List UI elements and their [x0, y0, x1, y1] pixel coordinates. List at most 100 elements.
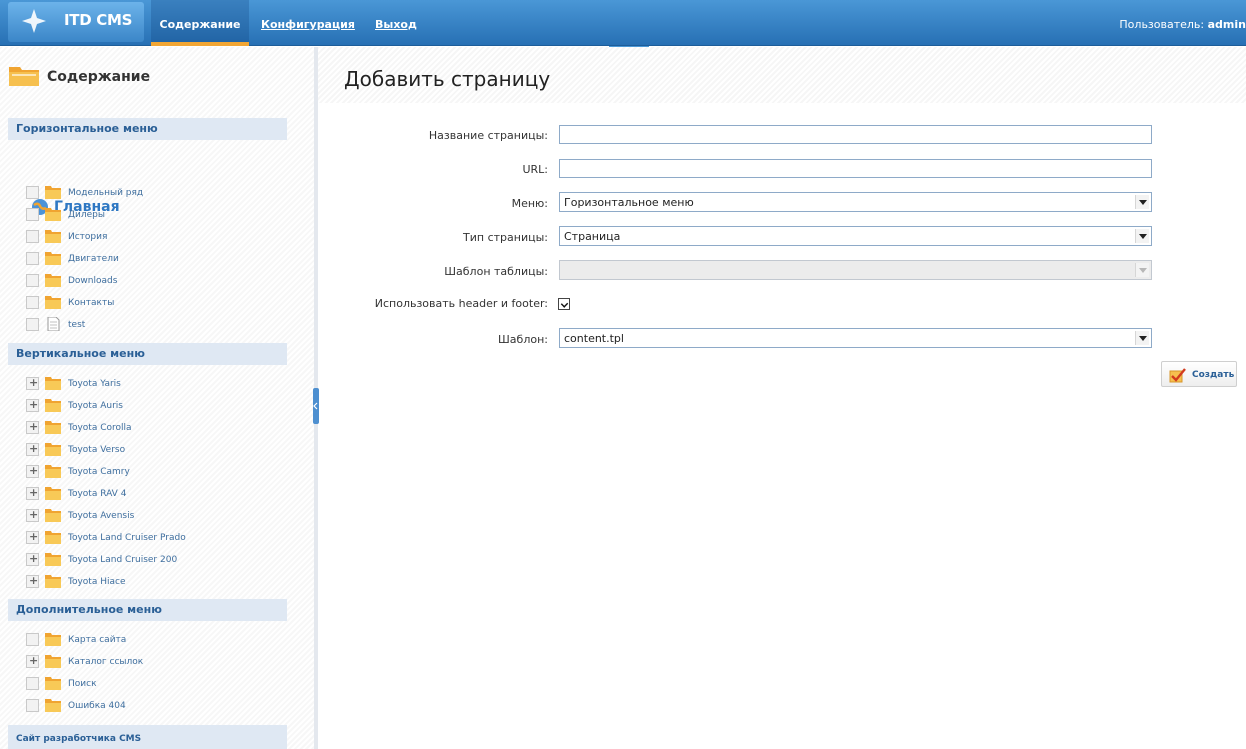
tree-item-label: Поиск: [68, 679, 97, 689]
nav-logout[interactable]: Выход: [375, 18, 417, 31]
user-name: admin: [1207, 18, 1246, 31]
dropdown-arrow-icon[interactable]: [1135, 195, 1149, 209]
menu-select-value: Горизонтальное меню: [564, 196, 694, 209]
logo[interactable]: ITD CMS: [8, 2, 144, 42]
tree-node-box: [26, 318, 39, 331]
tree-item-label: Toyota Corolla: [68, 423, 132, 433]
tree-node-box: [26, 274, 39, 287]
expand-icon[interactable]: [26, 442, 39, 456]
tree-node-box: [26, 633, 39, 646]
table-template-select: [559, 260, 1152, 280]
menu-label: Меню:: [511, 197, 548, 210]
folder-icon: [45, 208, 61, 221]
expand-icon[interactable]: [26, 552, 39, 566]
top-bar: ITD CMS Содержание Конфигурация Выход По…: [0, 0, 1246, 46]
tree-node-box: [26, 208, 39, 221]
create-button-label: Создать: [1192, 370, 1235, 380]
header-footer-checkbox[interactable]: [558, 298, 570, 310]
tree-item-label: Toyota Land Cruiser Prado: [68, 533, 186, 543]
tree-item-label: Toyota Avensis: [68, 511, 135, 521]
folder-icon: [45, 230, 61, 243]
tree-item-label: Downloads: [68, 276, 118, 286]
create-button[interactable]: Создать: [1161, 361, 1237, 387]
tree-node-box: [26, 296, 39, 309]
tree-item-label: Контакты: [68, 298, 115, 308]
tree-node-box: [26, 230, 39, 243]
dropdown-arrow-icon[interactable]: [1135, 331, 1149, 345]
title-bar: Добавить страницу: [318, 47, 1246, 103]
header-footer-label: Использовать header и footer:: [374, 297, 548, 310]
expand-icon[interactable]: [26, 376, 39, 390]
expand-icon[interactable]: [26, 464, 39, 478]
folder-icon: [45, 553, 61, 566]
tree-item-label: Модельный ряд: [68, 188, 144, 198]
page-title: Добавить страницу: [344, 67, 551, 91]
tree-item-label: Дилеры: [68, 210, 105, 220]
folder-icon: [45, 465, 61, 478]
template-label: Шаблон:: [498, 333, 548, 346]
folder-icon: [45, 377, 61, 390]
sidebar-title: Содержание: [47, 69, 151, 85]
folder-icon: [45, 421, 61, 434]
tree-item-label: test: [68, 320, 86, 330]
expand-icon[interactable]: [26, 530, 39, 544]
page-type-select[interactable]: Страница: [559, 226, 1152, 246]
app-title: ITD CMS: [64, 11, 133, 29]
section-additional-menu[interactable]: Дополнительное меню: [8, 599, 287, 621]
expand-icon[interactable]: [26, 574, 39, 588]
sidebar: Содержание Горизонтальное меню Главная М…: [0, 47, 314, 749]
table-template-label: Шаблон таблицы:: [444, 265, 548, 278]
expand-icon[interactable]: [26, 486, 39, 500]
tree-item-label: Toyota Land Cruiser 200: [68, 555, 178, 565]
folder-icon: [45, 399, 61, 412]
folder-icon: [45, 487, 61, 500]
menu-select[interactable]: Горизонтальное меню: [559, 192, 1152, 212]
tree-node-box: [26, 186, 39, 199]
page-name-input[interactable]: [559, 125, 1152, 144]
section-horizontal-menu[interactable]: Горизонтальное меню: [8, 118, 287, 140]
folder-icon: [9, 67, 39, 86]
folder-icon: [45, 575, 61, 588]
tree-item-label: Toyota RAV 4: [68, 489, 127, 499]
folder-icon: [45, 633, 61, 646]
folder-icon: [45, 509, 61, 522]
tree-item-label: Ошибка 404: [68, 701, 126, 711]
dropdown-arrow-icon[interactable]: [1135, 229, 1149, 243]
page-type-label: Тип страницы:: [463, 231, 548, 244]
folder-icon: [45, 186, 61, 199]
sidebar-header: Содержание: [8, 55, 308, 97]
tree-item-label: Toyota Camry: [68, 467, 130, 477]
tree-item-label: Двигатели: [68, 254, 119, 264]
section-vertical-menu[interactable]: Вертикальное меню: [8, 343, 287, 365]
url-input[interactable]: [559, 159, 1152, 178]
folder-icon: [45, 531, 61, 544]
expand-icon[interactable]: [26, 654, 39, 668]
folder-icon: [45, 699, 61, 712]
tree-node-box: [26, 699, 39, 712]
page-name-label: Название страницы:: [428, 129, 548, 142]
folder-icon: [45, 252, 61, 265]
folder-icon: [45, 443, 61, 456]
folder-icon: [45, 296, 61, 309]
tree-item-label: Toyota Auris: [68, 401, 123, 411]
tree-node-box: [26, 677, 39, 690]
nav-configuration[interactable]: Конфигурация: [261, 18, 355, 31]
tree-item-label: Toyota Yaris: [68, 379, 121, 389]
dropdown-arrow-icon: [1135, 263, 1149, 277]
template-select-value: content.tpl: [564, 332, 624, 345]
user-info: Пользователь: admin: [1119, 18, 1246, 31]
page-icon: [47, 317, 60, 331]
expand-icon[interactable]: [26, 398, 39, 412]
checkmark-icon: [1169, 368, 1186, 383]
tree-item-label: Toyota Verso: [68, 445, 126, 455]
nav-content[interactable]: Содержание: [151, 0, 249, 46]
tree-item-label: Toyota Hiace: [68, 577, 126, 587]
tree-item-label: Карта сайта: [68, 635, 127, 645]
template-select[interactable]: content.tpl: [559, 328, 1152, 348]
expand-icon[interactable]: [26, 420, 39, 434]
folder-icon: [45, 677, 61, 690]
user-label: Пользователь:: [1119, 18, 1205, 31]
page-type-select-value: Страница: [564, 230, 621, 243]
expand-icon[interactable]: [26, 508, 39, 522]
developer-site-link[interactable]: Сайт разработчика CMS: [8, 725, 287, 749]
